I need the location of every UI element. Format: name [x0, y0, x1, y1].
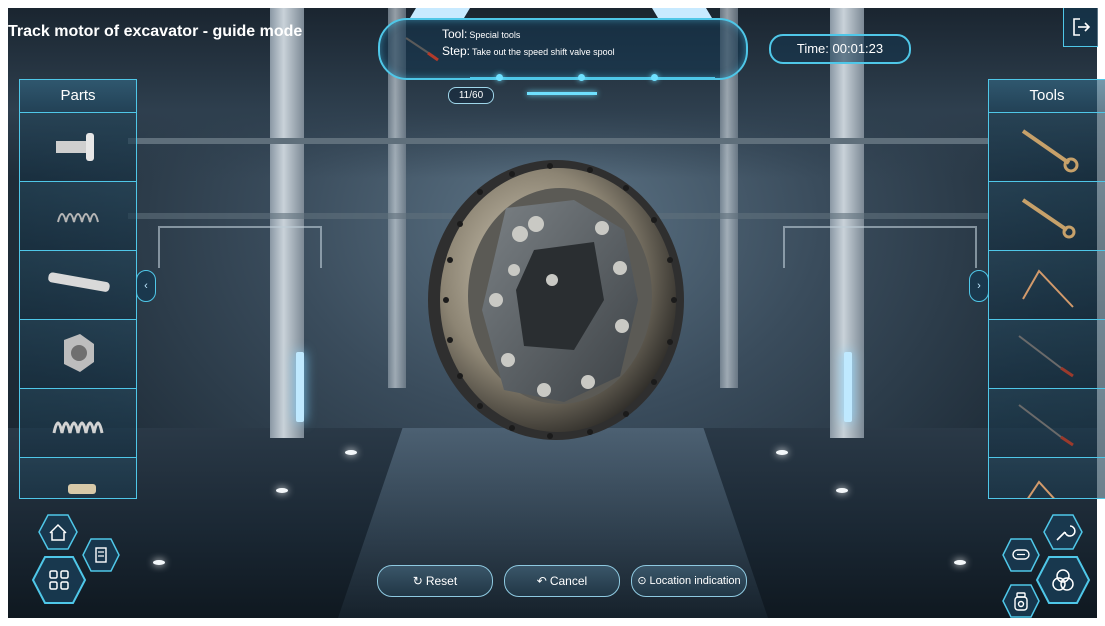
location-label: Location indication — [649, 575, 741, 587]
small-spring-icon — [57, 213, 99, 223]
timer-value: 00:01:23 — [832, 41, 884, 56]
part-item[interactable] — [20, 251, 136, 320]
tool-item[interactable] — [989, 113, 1105, 182]
floor-lamp — [954, 560, 966, 565]
progress-indicator — [527, 92, 597, 95]
progress-track — [470, 77, 715, 79]
reset-button[interactable]: ↻ Reset — [377, 565, 493, 597]
special-tool-icon — [405, 37, 439, 62]
tool-line: Tool: Special tools — [442, 27, 520, 41]
cancel-button[interactable]: ↶ Cancel — [504, 565, 620, 597]
progress-dot — [651, 74, 658, 81]
step-line: Step: Take out the speed shift valve spoo… — [442, 44, 615, 58]
location-indication-button[interactable]: ⊙ Location indication — [631, 565, 747, 597]
shaft-pin-icon — [48, 272, 110, 292]
part-item[interactable] — [20, 389, 136, 458]
floor-lamp — [276, 488, 288, 493]
header-decoration — [410, 8, 470, 18]
tool-item[interactable] — [989, 389, 1105, 458]
coil-spring-icon — [52, 421, 104, 434]
tools-button[interactable] — [1043, 514, 1083, 550]
part-item[interactable] — [20, 182, 136, 251]
header-decoration — [652, 8, 712, 18]
parts-panel-title: Parts — [20, 80, 136, 113]
floor-lamp — [836, 488, 848, 493]
tool-item[interactable] — [989, 251, 1105, 320]
step-value: Take out the speed shift valve spool — [472, 47, 615, 57]
step-info-panel: Tool: Special tools Step: Take out the spe… — [378, 18, 748, 80]
progress-dot — [578, 74, 585, 81]
hex-nut-icon — [64, 334, 94, 372]
tool-value: Special tools — [469, 30, 521, 40]
menu-button[interactable] — [31, 555, 87, 605]
part-item[interactable] — [20, 458, 136, 498]
chevron-left-icon: ‹ — [144, 280, 148, 292]
tools-panel: Tools — [988, 79, 1105, 499]
component-button[interactable] — [1002, 584, 1040, 618]
floor-lamp — [345, 450, 357, 455]
chevron-right-icon: › — [977, 280, 981, 292]
wrench-icon — [1021, 198, 1076, 239]
exit-icon — [1073, 18, 1091, 36]
timer: Time: 00:01:23 — [769, 34, 911, 64]
home-button[interactable] — [38, 514, 78, 550]
floor-lamp — [776, 450, 788, 455]
railing — [158, 226, 322, 268]
floor-lamp — [153, 560, 165, 565]
screwdriver-icon — [1018, 335, 1074, 378]
progress-dot — [496, 74, 503, 81]
part-item[interactable] — [20, 113, 136, 182]
tool-item[interactable] — [989, 320, 1105, 389]
railing — [783, 226, 977, 268]
hex-key-icon — [1027, 480, 1055, 498]
tool-item[interactable] — [989, 458, 1105, 498]
wrench-icon — [1021, 129, 1079, 173]
parts-collapse-button[interactable]: ‹ — [136, 270, 156, 302]
hex-key-icon — [1022, 269, 1074, 308]
roof-beam — [128, 138, 988, 144]
notes-button[interactable] — [82, 538, 120, 572]
bolt-icon — [68, 484, 96, 494]
view-button[interactable] — [1035, 555, 1091, 605]
light-strip — [844, 352, 852, 422]
reset-label: Reset — [425, 574, 458, 588]
timer-label: Time: — [796, 41, 829, 56]
light-strip — [296, 352, 304, 422]
location-pin-icon: ⊙ — [637, 575, 647, 587]
tool-item[interactable] — [989, 182, 1105, 251]
step-label: Step: — [442, 44, 471, 58]
tools-panel-title: Tools — [989, 80, 1105, 113]
part-item[interactable] — [20, 320, 136, 389]
page-title: Track motor of excavator - guide mode — [8, 23, 303, 40]
screwdriver-icon — [1018, 404, 1074, 447]
track-motor-model[interactable] — [424, 150, 684, 450]
exit-button[interactable] — [1063, 8, 1098, 47]
reset-icon: ↻ — [412, 574, 423, 588]
step-counter: 11/60 — [448, 87, 494, 104]
undo-icon: ↶ — [536, 574, 547, 588]
tool-label: Tool: — [442, 27, 468, 41]
cancel-label: Cancel — [549, 574, 588, 588]
parts-panel: Parts — [19, 79, 137, 499]
flanged-pin-icon — [56, 133, 94, 161]
tools-collapse-button[interactable]: › — [969, 270, 989, 302]
